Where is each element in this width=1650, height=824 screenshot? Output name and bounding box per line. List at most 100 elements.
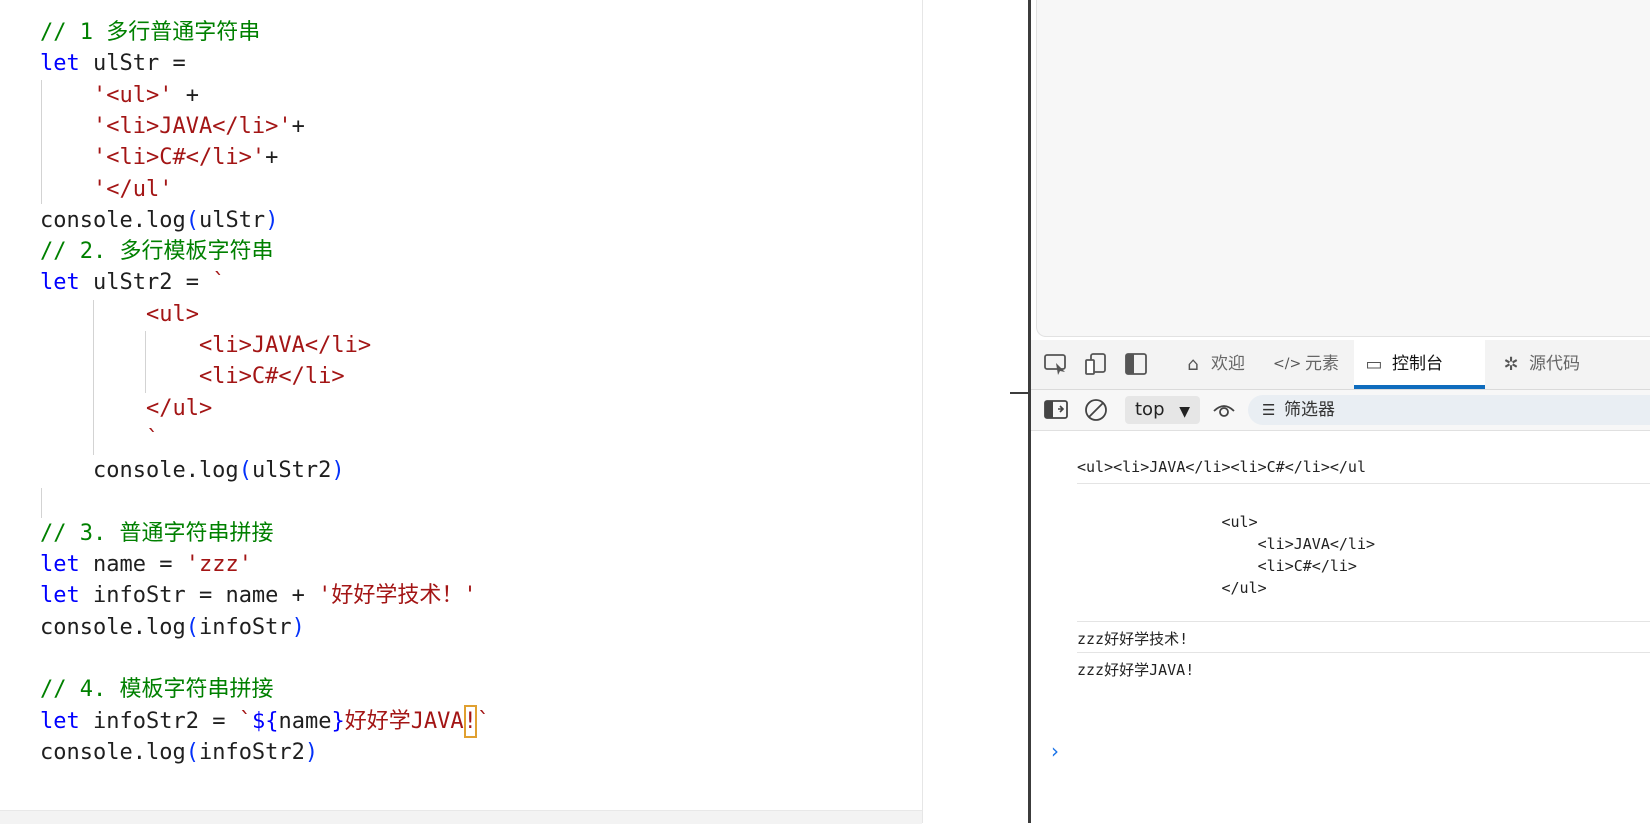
code-line[interactable]: console.log(ulStr2)	[40, 454, 345, 487]
tab-elements[interactable]: </> 元素	[1267, 340, 1353, 389]
console-message: <ul> <li>JAVA</li> <li>C#</li> </ul>	[1221, 513, 1376, 597]
context-value: top	[1135, 399, 1165, 420]
code-token: console.log	[40, 739, 186, 765]
console-separator	[1077, 621, 1650, 622]
code-line[interactable]: '</ul'	[40, 173, 172, 206]
code-token: infoStr2 =	[79, 708, 239, 734]
code-token: </ul>	[40, 395, 213, 421]
code-token: }	[331, 708, 345, 734]
code-line[interactable]: <li>C#</li>	[40, 360, 345, 393]
indent-guide	[41, 80, 42, 204]
code-token: (	[238, 458, 252, 484]
code-token: 'zzz'	[185, 552, 252, 578]
code-token: '<ul>'	[92, 82, 173, 108]
code-line[interactable]: // 3. 普通字符串拼接	[40, 517, 273, 550]
code-token: console.log	[40, 207, 186, 233]
code-token: <li>JAVA</li>	[40, 333, 372, 358]
device-emulation-icon[interactable]	[1083, 352, 1109, 376]
indent-guide	[93, 300, 94, 455]
code-token: let	[40, 51, 80, 77]
code-token: )	[265, 207, 279, 233]
code-token: (	[185, 614, 199, 640]
code-token: )	[304, 739, 319, 765]
tab-console[interactable]: ▭ 控制台	[1354, 340, 1485, 389]
code-token: '<li>JAVA</li>'	[92, 113, 292, 139]
dock-side-icon[interactable]	[1123, 352, 1149, 376]
tab-sources[interactable]: ✲ 源代码	[1491, 340, 1607, 389]
divider-handle[interactable]	[1010, 392, 1032, 394]
code-token: let	[40, 583, 80, 609]
devtools-panel: ⌂ 欢迎 </> 元素 ▭ 控制台 ✲ 源代码 top ▼ ☰ 筛选器 <ul><li>JAVA…	[1031, 340, 1650, 823]
console-output[interactable]: <ul><li>JAVA</li><li>C#</li></ul <ul> <l…	[1031, 431, 1650, 823]
filter-input[interactable]: ☰ 筛选器	[1248, 395, 1650, 425]
inspect-icon[interactable]	[1043, 352, 1069, 376]
code-token: let	[40, 270, 80, 296]
console-message: <ul><li>JAVA</li><li>C#</li></ul	[1077, 458, 1366, 476]
code-token: 好好学JAVA	[344, 708, 464, 734]
code-token: ulStr	[198, 207, 266, 233]
browser-preview	[1036, 0, 1650, 337]
code-line[interactable]: console.log(infoStr)	[40, 611, 305, 644]
editor-border	[922, 0, 923, 823]
code-line[interactable]: `	[40, 423, 159, 456]
tab-welcome[interactable]: ⌂ 欢迎	[1173, 340, 1263, 389]
code-token: <ul>	[40, 301, 199, 327]
clear-console-icon[interactable]	[1083, 398, 1109, 422]
code-token: name =	[79, 552, 186, 578]
code-token: )	[291, 614, 305, 640]
tab-label: 欢迎	[1211, 354, 1245, 374]
code-line[interactable]: let ulStr2 = `	[40, 266, 225, 299]
live-expression-icon[interactable]	[1211, 398, 1237, 422]
code-token: // 2. 多行模板字符串	[40, 239, 274, 265]
bug-icon: ✲	[1503, 354, 1519, 375]
code-line[interactable]: <ul>	[40, 298, 199, 331]
tab-label: 源代码	[1529, 354, 1580, 374]
code-line[interactable]: let infoStr2 = `${name}好好学JAVA!`	[40, 704, 490, 738]
code-token: +	[265, 145, 279, 171]
filter-icon: ☰	[1262, 401, 1276, 419]
chevron-down-icon: ▼	[1179, 404, 1190, 420]
code-token: (	[185, 207, 199, 233]
console-message: zzz好好学JAVA!	[1077, 661, 1195, 679]
sidebar-toggle-icon[interactable]	[1043, 398, 1069, 422]
indent-guide	[145, 331, 146, 393]
console-icon: ▭	[1365, 354, 1383, 375]
code-token: +	[291, 113, 305, 139]
code-line[interactable]: // 2. 多行模板字符串	[40, 235, 273, 268]
code-line[interactable]: let ulStr =	[40, 47, 186, 80]
code-editor[interactable]: // 1 多行普通字符串 let ulStr = '<ul>' + '<li>JA…	[0, 0, 923, 824]
horizontal-scrollbar[interactable]	[0, 810, 922, 824]
code-line[interactable]: // 1 多行普通字符串	[40, 16, 260, 49]
code-token: ulStr =	[79, 51, 186, 77]
code-line[interactable]: </ul>	[40, 392, 212, 425]
console-prompt[interactable]: ›	[1051, 739, 1059, 763]
console-toolbar: top ▼ ☰ 筛选器	[1031, 390, 1650, 431]
code-icon: </>	[1273, 356, 1302, 372]
code-line[interactable]: let infoStr = name + '好好学技术！'	[40, 579, 477, 612]
code-token: '<li>C#</li>'	[92, 145, 266, 171]
code-token: // 4. 模板字符串拼接	[40, 677, 274, 703]
home-icon: ⌂	[1187, 354, 1199, 375]
code-token: ${	[251, 708, 279, 734]
code-token: <li>C#</li>	[40, 364, 345, 390]
code-line[interactable]: console.log(infoStr2)	[40, 736, 318, 769]
code-line[interactable]: let name = 'zzz'	[40, 548, 252, 581]
console-separator	[1077, 483, 1650, 484]
code-token: name	[278, 708, 332, 734]
context-selector[interactable]: top ▼	[1125, 396, 1200, 424]
code-token: `	[238, 708, 252, 734]
code-token: infoStr	[198, 614, 292, 640]
code-token: `	[40, 426, 160, 452]
code-token: +	[172, 82, 199, 108]
code-line[interactable]: console.log(ulStr)	[40, 204, 278, 237]
code-line[interactable]: '<ul>' +	[40, 79, 199, 112]
code-line[interactable]: <li>JAVA</li>	[40, 329, 371, 362]
code-token: `	[212, 270, 226, 296]
code-line[interactable]: '<li>C#</li>'+	[40, 141, 278, 174]
code-line[interactable]: '<li>JAVA</li>'+	[40, 110, 305, 143]
code-token: // 1 多行普通字符串	[40, 20, 261, 45]
code-line[interactable]: // 4. 模板字符串拼接	[40, 673, 273, 706]
code-token: '好好学技术！'	[318, 583, 477, 609]
